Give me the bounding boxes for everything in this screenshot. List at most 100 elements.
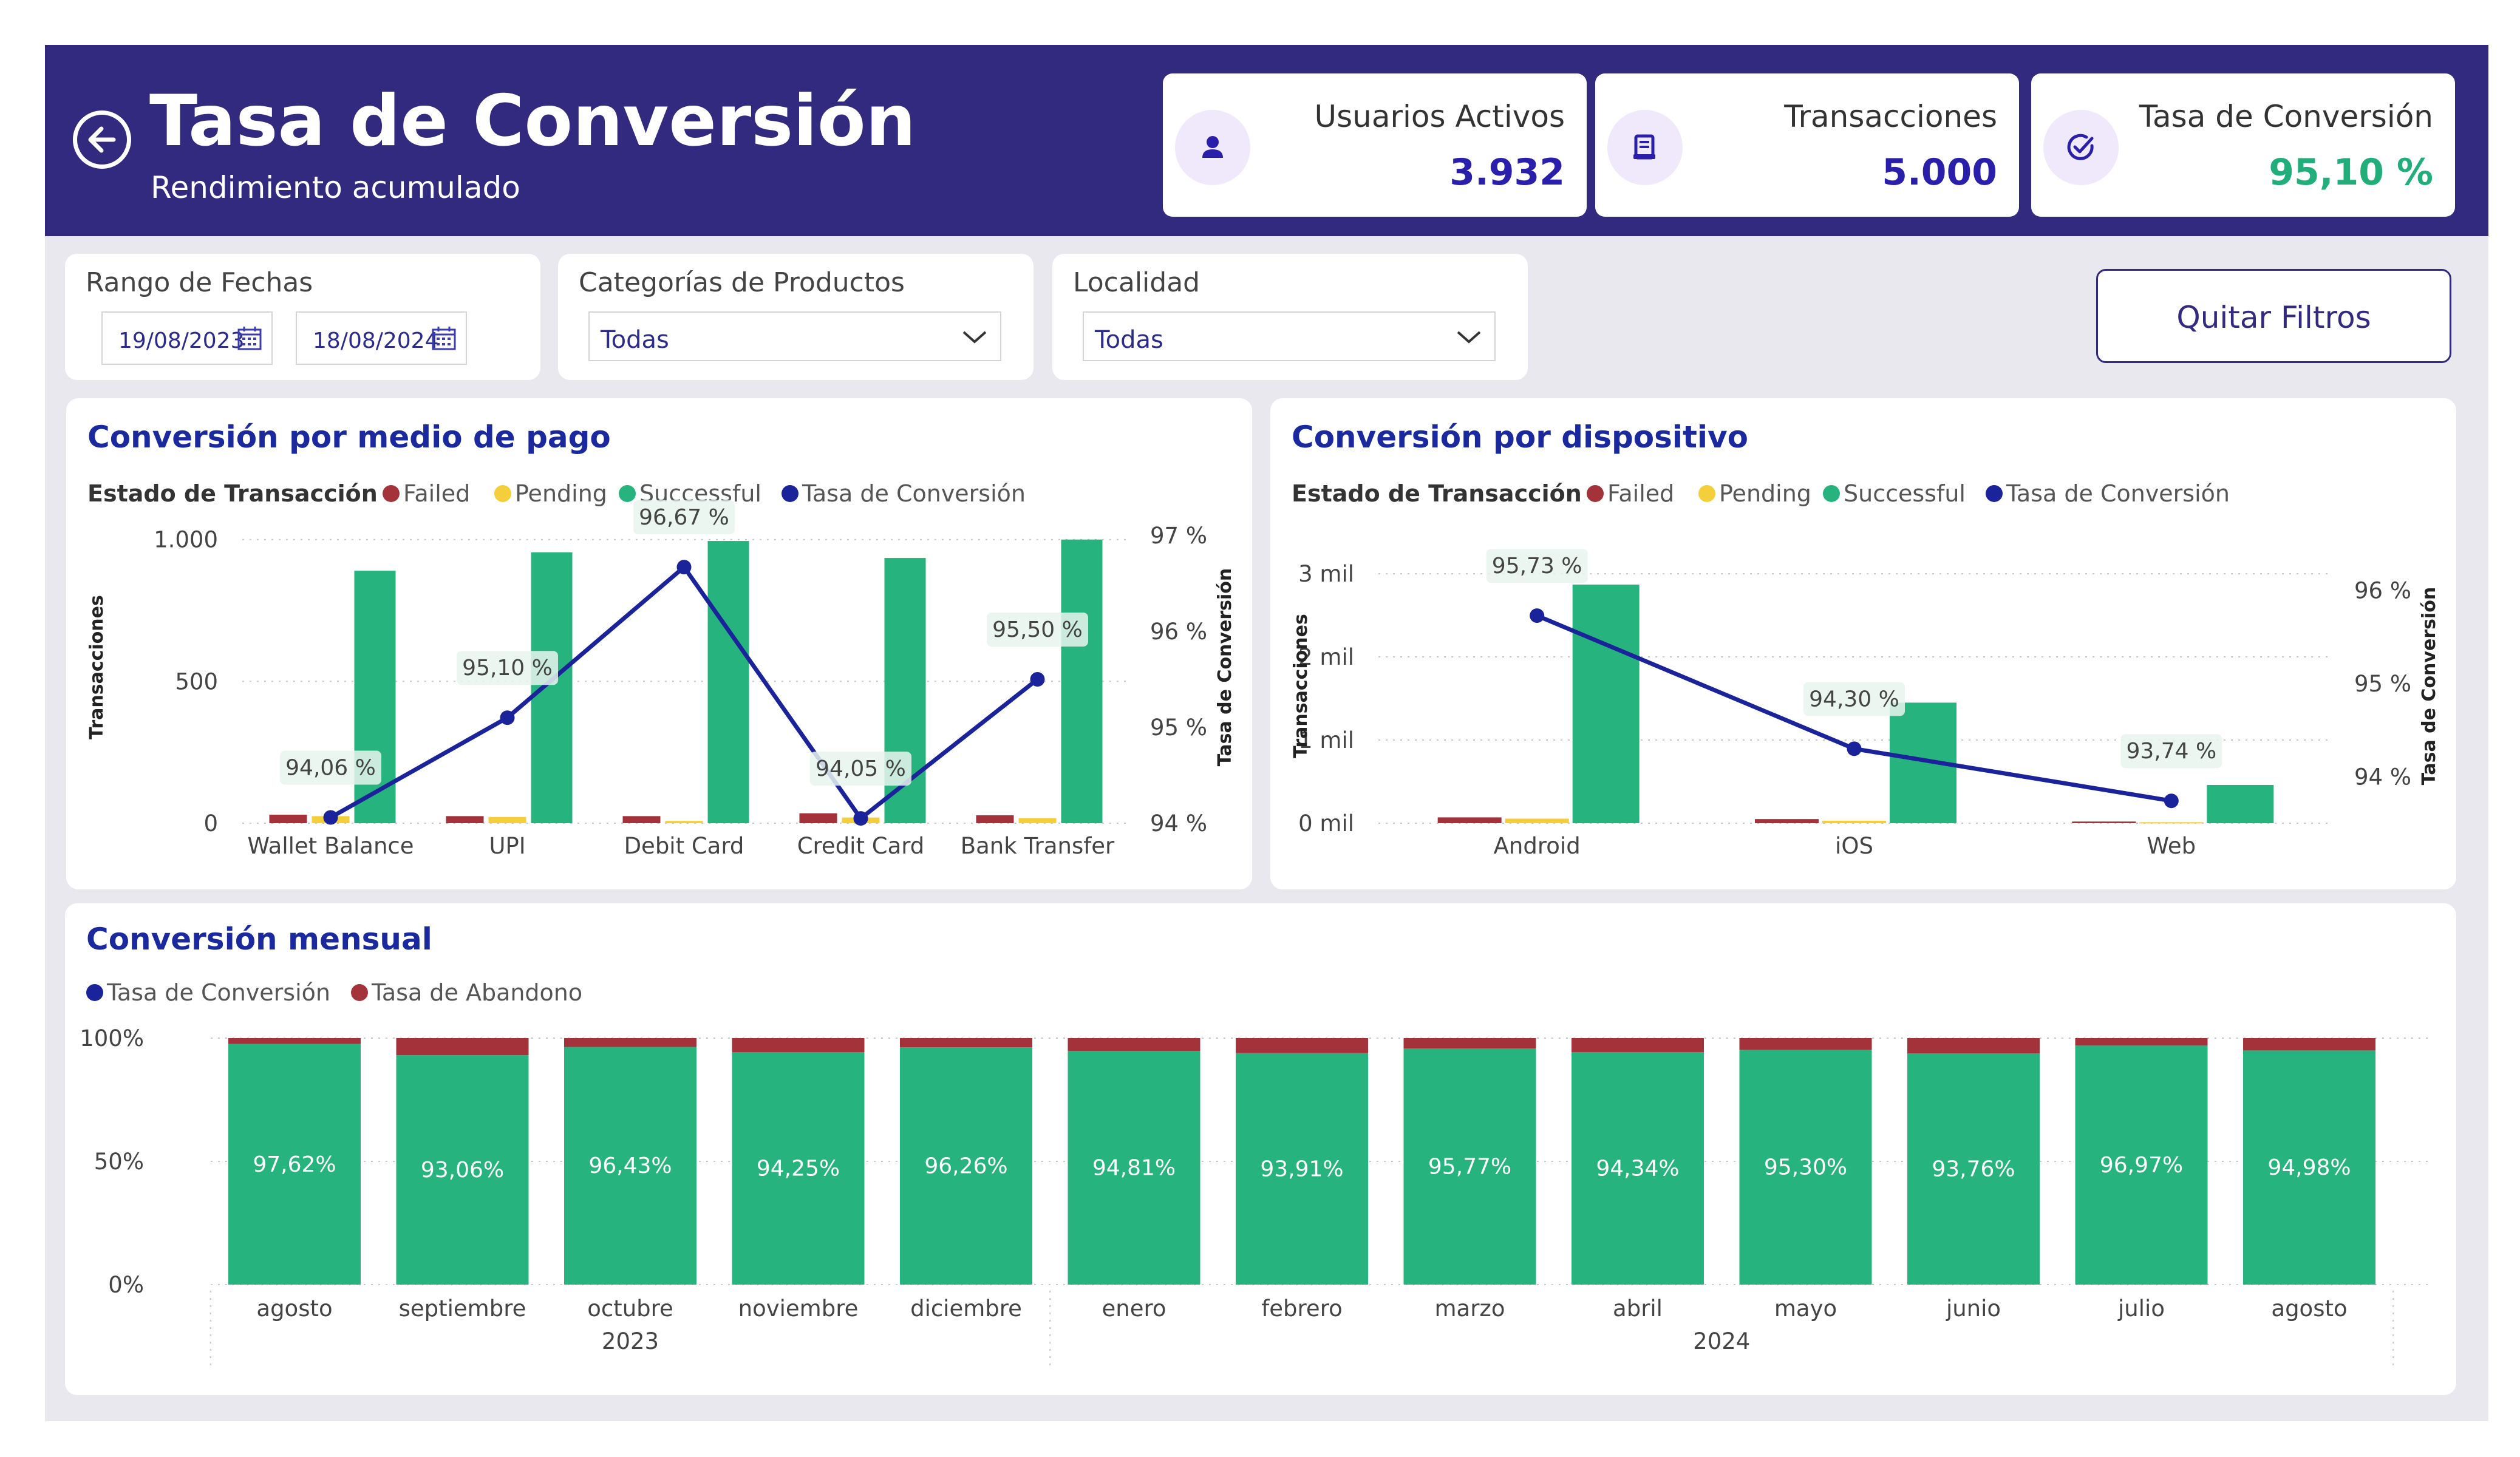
location-filter: Localidad Todas (1052, 254, 1528, 380)
y-axis-title: Transacciones (86, 595, 107, 739)
location-dropdown[interactable]: Todas (1083, 311, 1496, 361)
bar-abandon (1572, 1038, 1704, 1052)
legend-item: Failed (1607, 480, 1674, 507)
y-tick-label: 0 (203, 810, 218, 837)
conversion-point (2164, 793, 2179, 809)
check-circle-icon (2043, 110, 2119, 185)
x-tick-label: iOS (1835, 833, 1873, 859)
legend-marker (383, 485, 400, 502)
legend-marker (782, 485, 799, 502)
monthly-chart: Tasa de Conversión Tasa de Abandono 0% 50% 1… (80, 979, 2433, 1370)
legend-marker (351, 984, 368, 1001)
category-dropdown[interactable]: Todas (588, 311, 1001, 361)
y-tick-label: 500 (175, 668, 218, 695)
conversion-point (323, 810, 338, 825)
data-label: 97,62% (253, 1152, 336, 1177)
bar-abandon (228, 1038, 361, 1044)
bar-abandon (900, 1038, 1032, 1048)
x-tick-label: octubre (587, 1296, 673, 1322)
year-label: 2024 (1693, 1328, 1750, 1354)
y-tick-label: 1.000 (154, 527, 218, 553)
bar-failed (1755, 819, 1819, 823)
x-tick-label: marzo (1435, 1296, 1505, 1322)
x-tick-label: agosto (256, 1296, 332, 1322)
data-label: 96,97% (2100, 1153, 2183, 1178)
category-filter: Categorías de Productos Todas (558, 254, 1034, 380)
start-date-value: 19/08/2023 (118, 328, 245, 353)
start-date-input[interactable]: 19/08/2023 (101, 311, 273, 365)
legend-item: Tasa de Conversión (802, 480, 1026, 507)
data-label: 95,77% (1428, 1155, 1511, 1180)
conversion-line (329, 563, 1039, 822)
bar-pending (1505, 818, 1569, 823)
legend-item: Pending (1719, 480, 1811, 507)
data-label: 93,06% (421, 1158, 504, 1183)
back-button[interactable] (73, 110, 131, 169)
legend-marker (1698, 485, 1715, 502)
filter-title: Rango de Fechas (86, 267, 313, 298)
bar-abandon (1907, 1038, 2040, 1054)
bar-abandon (564, 1038, 696, 1047)
clear-filters-button[interactable]: Quitar Filtros (2096, 269, 2451, 363)
bar-pending (1822, 820, 1886, 823)
data-label: 94,06 % (285, 756, 376, 781)
end-date-input[interactable]: 18/08/2024 (296, 311, 467, 365)
conversion-point (1030, 672, 1045, 687)
bar-abandon (2243, 1038, 2375, 1051)
user-icon (1175, 110, 1250, 185)
conversion-point (1847, 741, 1862, 756)
x-tick-label: Wallet Balance (247, 833, 414, 859)
legend-title: Estado de Transacción (87, 480, 378, 507)
y2-tick-label: 96 % (1150, 619, 1207, 645)
bar-successful (1572, 584, 1640, 823)
bar-abandon (1739, 1038, 1872, 1050)
bar-pending (488, 817, 526, 823)
bar-abandon (1236, 1038, 1368, 1053)
data-label: 94,81% (1092, 1156, 1176, 1181)
legend-marker (1986, 485, 2003, 502)
conversion-point (853, 811, 868, 826)
bar-failed (799, 813, 837, 823)
legend-item: Tasa de Conversión (2006, 480, 2230, 507)
x-tick-label: Credit Card (797, 833, 925, 859)
legend-marker (494, 485, 511, 502)
bar-failed (622, 816, 661, 823)
chevron-down-icon (1457, 331, 1481, 344)
y2-tick-label: 94 % (1150, 810, 1207, 837)
data-label: 95,10 % (462, 656, 553, 681)
page-title: Tasa de Conversión (149, 80, 916, 162)
bar-successful (1061, 539, 1103, 823)
bar-successful (531, 552, 573, 823)
bar-abandon (1403, 1038, 1536, 1049)
date-range-filter: Rango de Fechas 19/08/2023 18/08/2024 (65, 254, 540, 380)
bar-failed (2072, 821, 2136, 823)
legend-title: Estado de Transacción (1292, 480, 1582, 507)
bar-pending (1018, 818, 1057, 823)
legend-marker (86, 984, 103, 1001)
x-tick-label: abril (1613, 1296, 1663, 1322)
bar-successful (707, 541, 749, 823)
bar-failed (446, 816, 484, 823)
x-tick-label: Bank Transfer (961, 833, 1115, 859)
legend-item: Tasa de Abandono (371, 979, 582, 1006)
x-tick-label: agosto (2271, 1296, 2347, 1322)
kpi-label: Transacciones (1784, 99, 1997, 134)
device-chart: Estado de Transacción Failed Pending Succes… (1290, 480, 2440, 859)
x-tick-label: junio (1946, 1296, 2001, 1322)
x-tick-label: Debit Card (624, 833, 744, 859)
data-label: 96,26% (924, 1154, 1007, 1179)
y2-axis-title: Tasa de Conversión (2419, 587, 2440, 785)
chevron-down-icon (962, 331, 987, 344)
kpi-label: Tasa de Conversión (2139, 99, 2433, 134)
bar-failed (269, 814, 307, 823)
filter-title: Localidad (1073, 267, 1200, 298)
end-date-value: 18/08/2024 (313, 328, 439, 353)
data-label: 95,73 % (1492, 554, 1582, 579)
clear-filters-label: Quitar Filtros (2176, 300, 2371, 335)
x-tick-label: septiembre (399, 1296, 526, 1322)
y-tick-label: 50% (94, 1149, 144, 1175)
data-label: 96,67 % (639, 505, 729, 530)
legend-marker (1823, 485, 1840, 502)
data-label: 94,30 % (1809, 687, 1899, 712)
bar-abandon (732, 1038, 865, 1053)
